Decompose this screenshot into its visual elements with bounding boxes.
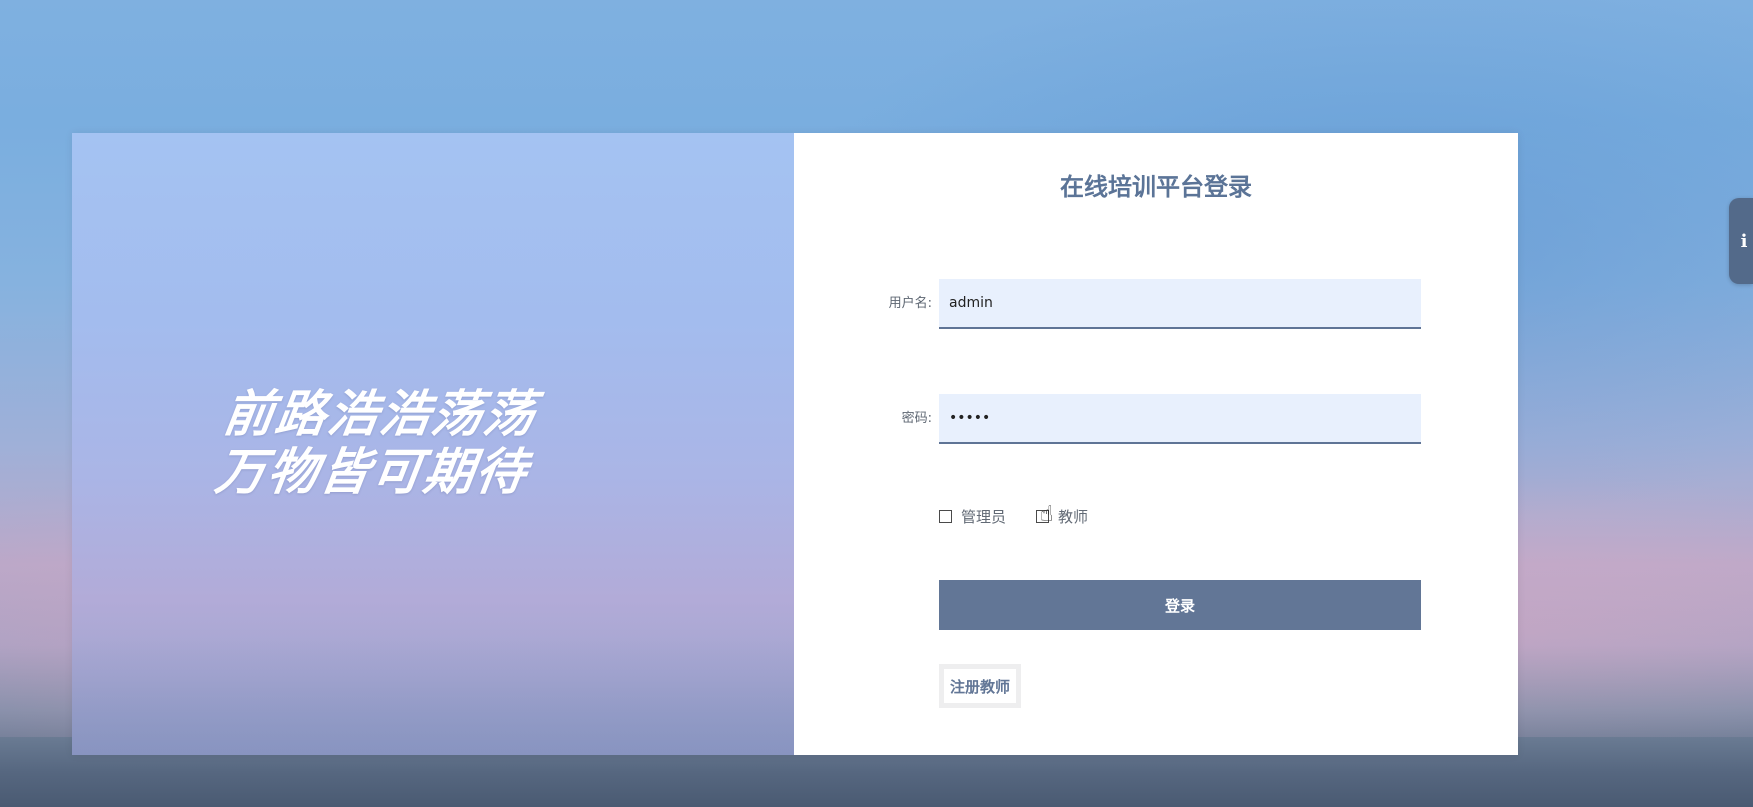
form-title: 在线培训平台登录	[1060, 173, 1252, 201]
slogan-line-1: 前路浩浩荡荡	[220, 385, 541, 443]
role-selector: 管理员 教师	[939, 504, 1118, 528]
login-form-panel: 在线培训平台登录 用户名: 密码: 管理员 教师 登录 注册教师	[794, 133, 1518, 755]
side-info-tab[interactable]: i	[1729, 198, 1753, 284]
username-label: 用户名:	[888, 296, 932, 311]
role-option-admin[interactable]: 管理员	[939, 506, 1006, 527]
password-input[interactable]	[939, 394, 1421, 444]
hand-cursor-icon: ☝	[1040, 502, 1054, 527]
admin-checkbox[interactable]	[939, 509, 952, 523]
info-icon: i	[1740, 230, 1748, 252]
teacher-label: 教师	[1058, 507, 1089, 526]
password-row: 密码:	[794, 394, 1518, 444]
login-card: 前路浩浩荡荡 万物皆可期待 在线培训平台登录 用户名: 密码: 管理员 教师 登…	[72, 133, 1518, 755]
username-input[interactable]	[939, 279, 1421, 329]
register-teacher-button[interactable]: 注册教师	[939, 664, 1022, 708]
password-label: 密码:	[901, 411, 932, 426]
slogan-line-2: 万物皆可期待	[211, 443, 532, 501]
slogan-panel: 前路浩浩荡荡 万物皆可期待	[72, 133, 794, 755]
admin-label: 管理员	[961, 507, 1007, 526]
username-row: 用户名:	[794, 279, 1518, 329]
slogan: 前路浩浩荡荡 万物皆可期待	[212, 385, 540, 501]
login-button[interactable]: 登录	[939, 580, 1421, 630]
